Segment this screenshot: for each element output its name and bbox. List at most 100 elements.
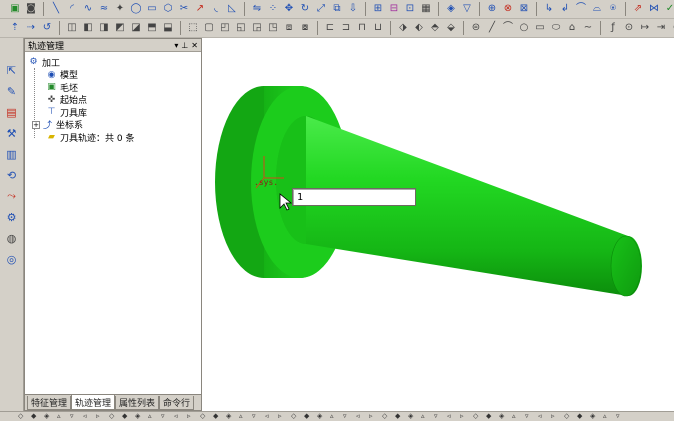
fillet-icon[interactable]: ◟ — [209, 3, 223, 16]
status-icon[interactable]: ◇ — [473, 413, 482, 420]
check-icon[interactable]: ✓ — [663, 3, 674, 16]
status-icon[interactable]: ◇ — [382, 413, 391, 420]
status-icon[interactable]: ◈ — [44, 413, 53, 420]
undo-icon[interactable]: ⊓ — [355, 22, 369, 35]
save-icon[interactable]: ◙ — [24, 3, 38, 16]
status-icon[interactable]: ◆ — [122, 413, 131, 420]
fx-icon[interactable]: ƒ — [606, 22, 620, 35]
tree-item-blank[interactable]: ▣ 毛坯 — [28, 81, 201, 94]
status-icon[interactable]: ▹ — [278, 413, 287, 420]
zoom-icon[interactable]: ⊗ — [501, 3, 515, 16]
status-icon[interactable]: ▿ — [616, 413, 625, 420]
value-input[interactable]: 1 — [292, 188, 416, 206]
select-icon[interactable]: ⇡ — [8, 22, 22, 35]
dimension-icon[interactable]: ⊟ — [387, 3, 401, 16]
curve-icon[interactable]: ∿ — [81, 3, 95, 16]
redo-icon[interactable]: ⊔ — [371, 22, 385, 35]
status-icon[interactable]: ◆ — [213, 413, 222, 420]
status-icon[interactable]: ▹ — [187, 413, 196, 420]
polygon-icon[interactable]: ⬡ — [161, 3, 175, 16]
section-icon[interactable]: ⋈ — [647, 3, 661, 16]
status-icon[interactable]: ◇ — [18, 413, 27, 420]
status-icon[interactable]: ◆ — [304, 413, 313, 420]
status-icon[interactable]: ▵ — [148, 413, 157, 420]
status-icon[interactable]: ▹ — [96, 413, 105, 420]
mill-icon[interactable]: ⚒ — [4, 125, 20, 141]
line-icon[interactable]: ╲ — [49, 3, 63, 16]
dim-icon[interactable]: ↦ — [638, 22, 652, 35]
tab-feature-management[interactable]: 特征管理 — [27, 396, 72, 410]
tab-command-line[interactable]: 命令行 — [159, 396, 195, 410]
tangent-icon[interactable]: ⊘ — [670, 22, 674, 35]
extrude-icon[interactable]: ⇢ — [24, 22, 38, 35]
tree-item-coordinate-system[interactable]: + ⤴ 坐标系 — [28, 119, 201, 131]
vertex-icon[interactable]: ⍟ — [606, 3, 620, 16]
simulate-icon[interactable]: ◍ — [4, 230, 20, 246]
array-icon[interactable]: ⁘ — [266, 3, 280, 16]
close-icon[interactable]: ✕ — [191, 41, 198, 50]
arc-icon[interactable]: ◜ — [65, 3, 79, 16]
tree-item-start-point[interactable]: ✜ 起始点 — [28, 94, 201, 107]
shaded-view-icon[interactable]: ⬙ — [444, 22, 458, 35]
insert-icon[interactable]: ⇥ — [654, 22, 668, 35]
rect-icon[interactable]: ▭ — [145, 3, 159, 16]
hole-icon[interactable]: ◩ — [113, 22, 127, 35]
status-icon[interactable]: ▵ — [421, 413, 430, 420]
edge-icon[interactable]: ⌓ — [590, 3, 604, 16]
status-icon[interactable]: ▿ — [434, 413, 443, 420]
surface-normal-icon[interactable]: ⇗ — [631, 3, 645, 16]
dropdown-icon[interactable]: ▾ — [174, 41, 178, 50]
status-icon[interactable]: ◃ — [83, 413, 92, 420]
plane-icon[interactable]: ▢ — [202, 22, 216, 35]
revolve-icon[interactable]: ↺ — [40, 22, 54, 35]
status-icon[interactable]: ◆ — [395, 413, 404, 420]
pencil-icon[interactable]: ✎ — [4, 83, 20, 99]
circle-icon[interactable]: ◯ — [129, 3, 143, 16]
tool-icon[interactable]: ⚙ — [4, 209, 20, 225]
layers-icon[interactable]: ⊜ — [469, 22, 483, 35]
status-icon[interactable]: ▵ — [239, 413, 248, 420]
project-icon[interactable]: ⇩ — [346, 3, 360, 16]
status-icon[interactable]: ◇ — [200, 413, 209, 420]
tree-item-toolpaths[interactable]: ▰ 刀具轨迹：共 0 条 — [28, 131, 201, 144]
status-icon[interactable]: ◈ — [317, 413, 326, 420]
patch-icon[interactable]: ⊏ — [323, 22, 337, 35]
point-icon[interactable]: ✦ — [113, 3, 127, 16]
fit-icon[interactable]: ↲ — [558, 3, 572, 16]
spline-icon[interactable]: ≈ — [97, 3, 111, 16]
status-icon[interactable]: ◇ — [564, 413, 573, 420]
layer-icon[interactable]: ◈ — [444, 3, 458, 16]
draft-icon[interactable]: ⬒ — [145, 22, 159, 35]
status-icon[interactable]: ◃ — [356, 413, 365, 420]
polygon2d-icon[interactable]: ⌂ — [565, 22, 579, 35]
status-icon[interactable]: ◈ — [590, 413, 599, 420]
hatch-icon[interactable]: ▦ — [419, 3, 433, 16]
shell-icon[interactable]: ◨ — [97, 22, 111, 35]
status-icon[interactable]: ▵ — [330, 413, 339, 420]
pin-icon[interactable]: ⊥ — [181, 41, 188, 50]
status-icon[interactable]: ◈ — [408, 413, 417, 420]
status-icon[interactable]: ▵ — [512, 413, 521, 420]
book-icon[interactable]: ▤ — [4, 104, 20, 120]
tree-item-model[interactable]: ◉ 模型 — [28, 69, 201, 82]
status-icon[interactable]: ▿ — [525, 413, 534, 420]
text-icon[interactable]: ⊡ — [403, 3, 417, 16]
mirror-icon[interactable]: ⇋ — [250, 3, 264, 16]
arc2d-icon[interactable]: ⌒ — [501, 22, 515, 35]
status-icon[interactable]: ▿ — [343, 413, 352, 420]
render-icon[interactable]: ⊕ — [485, 3, 499, 16]
sweep-icon[interactable]: ◧ — [81, 22, 95, 35]
offset-icon[interactable]: ⧉ — [330, 3, 344, 16]
solid-icon[interactable]: ◳ — [266, 22, 280, 35]
status-icon[interactable]: ◃ — [174, 413, 183, 420]
cube-view-icon[interactable]: ⬗ — [396, 22, 410, 35]
status-icon[interactable]: ◈ — [135, 413, 144, 420]
measure-icon[interactable]: ⊞ — [371, 3, 385, 16]
tree-root[interactable]: ⚙ 加工 — [28, 56, 201, 69]
tab-property-list[interactable]: 属性列表 — [115, 396, 160, 410]
color-icon[interactable]: ▽ — [460, 3, 474, 16]
ellipse2d-icon[interactable]: ⬭ — [549, 22, 563, 35]
rotate-icon[interactable]: ↻ — [298, 3, 312, 16]
surface-icon[interactable]: ◲ — [250, 22, 264, 35]
extend-icon[interactable]: ↗ — [193, 3, 207, 16]
